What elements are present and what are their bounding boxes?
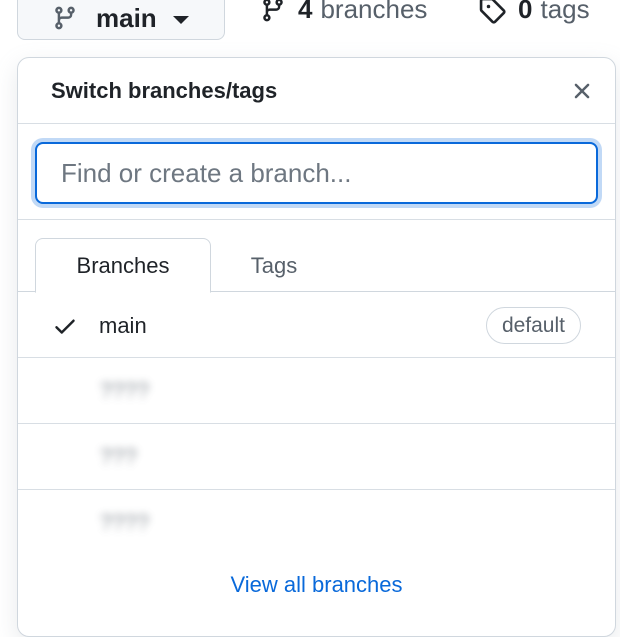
branch-select-button[interactable]: main (17, 0, 225, 40)
dropdown-title: Switch branches/tags (51, 78, 278, 103)
branch-list: main default ???? ??? ???? (18, 292, 615, 556)
git-branch-icon (263, 0, 283, 21)
close-icon (574, 83, 590, 99)
tags-count-link[interactable]: 0 tags (478, 0, 590, 25)
branch-filter-input[interactable] (35, 142, 598, 204)
branch-item[interactable]: ??? (18, 424, 615, 490)
branches-count: 4 (298, 0, 313, 24)
tab-branches[interactable]: Branches (35, 238, 211, 293)
tab-tags[interactable]: Tags (224, 238, 324, 293)
dropdown-header: Switch branches/tags (18, 58, 615, 124)
branch-name-redacted: ??? (100, 444, 137, 469)
branch-name-redacted: ???? (100, 378, 149, 403)
branch-name: main (99, 313, 147, 338)
branch-item[interactable]: ???? (18, 490, 615, 556)
branches-count-link[interactable]: 4 branches (260, 0, 427, 25)
branches-label: branches (320, 0, 428, 24)
tag-icon (479, 0, 506, 24)
caret-down-icon (172, 16, 189, 24)
check-icon (52, 313, 78, 339)
filter-section (18, 124, 615, 220)
view-all-branches-link[interactable]: View all branches (18, 572, 615, 598)
branch-tag-tabs: Branches Tags (18, 220, 615, 293)
current-branch-label: main (96, 2, 157, 33)
repo-topbar: main 4 branches 0 tags (0, 0, 620, 50)
branch-item-main[interactable]: main default (18, 292, 615, 358)
branch-item[interactable]: ???? (18, 358, 615, 424)
git-branch-icon (52, 5, 78, 31)
tags-label: tags (540, 0, 590, 24)
default-badge: default (485, 307, 581, 344)
branch-switcher-dropdown: Switch branches/tags Branches Tags main … (17, 57, 616, 637)
branch-name-redacted: ???? (100, 510, 149, 535)
tags-count: 0 (518, 0, 533, 24)
close-button[interactable] (567, 76, 597, 106)
